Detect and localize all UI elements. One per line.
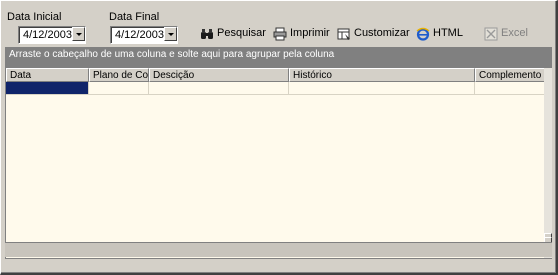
start-date-picker[interactable]: 4/12/2003: [18, 26, 86, 44]
grid-header: Data Plano de Conta Descição Histórico C…: [6, 68, 546, 82]
column-header-descricao[interactable]: Descição: [149, 68, 289, 82]
start-date-group: Data Inicial 4/12/2003: [7, 11, 87, 44]
group-by-drop-area[interactable]: Arraste o cabeçalho de uma coluna e solt…: [5, 47, 552, 68]
report-window: Data Inicial 4/12/2003 Data Final 4/12/2…: [0, 0, 558, 275]
internet-explorer-icon: [416, 27, 430, 41]
toolbar: Data Inicial 4/12/2003 Data Final 4/12/2…: [3, 3, 553, 45]
customize-icon: [337, 27, 351, 41]
end-date-group: Data Final 4/12/2003: [109, 11, 189, 44]
grid-cell[interactable]: [475, 82, 546, 95]
customize-button[interactable]: Customizar: [337, 25, 410, 42]
grid-cell[interactable]: [89, 82, 149, 95]
start-date-dropdown-button[interactable]: [72, 27, 85, 41]
end-date-value: 4/12/2003: [115, 29, 164, 41]
column-header-historico[interactable]: Histórico: [289, 68, 475, 82]
grid-cell-selected[interactable]: [6, 82, 89, 95]
column-header-data[interactable]: Data: [6, 68, 89, 82]
column-header-plano-de-conta[interactable]: Plano de Conta: [89, 68, 149, 82]
search-button-label: Pesquisar: [217, 27, 266, 39]
html-export-button-label: HTML: [433, 27, 463, 39]
print-button[interactable]: Imprimir: [273, 25, 330, 42]
excel-icon: [484, 27, 498, 41]
grid-cell[interactable]: [149, 82, 289, 95]
search-button[interactable]: Pesquisar: [200, 25, 266, 42]
group-by-hint: Arraste o cabeçalho de uma coluna e solt…: [9, 49, 335, 60]
grid-cell[interactable]: [289, 82, 475, 95]
column-header-complemento[interactable]: Complemento: [475, 68, 546, 82]
printer-icon: [273, 27, 287, 41]
html-export-button[interactable]: HTML: [416, 25, 463, 42]
horizontal-scrollbar[interactable]: [5, 242, 552, 257]
start-date-label: Data Inicial: [7, 11, 62, 23]
vertical-scrollbar[interactable]: [544, 68, 552, 267]
customize-button-label: Customizar: [354, 27, 410, 39]
excel-export-button-label: Excel: [501, 27, 528, 39]
end-date-dropdown-button[interactable]: [164, 27, 177, 41]
table-row[interactable]: [6, 82, 546, 95]
end-date-label: Data Final: [109, 11, 160, 23]
end-date-picker[interactable]: 4/12/2003: [110, 26, 178, 44]
data-grid[interactable]: Data Plano de Conta Descição Histórico C…: [5, 68, 552, 267]
print-button-label: Imprimir: [290, 27, 330, 39]
grid-footer: [5, 258, 552, 268]
excel-export-button[interactable]: Excel: [484, 25, 528, 42]
binoculars-icon: [200, 27, 214, 41]
start-date-value: 4/12/2003: [23, 29, 72, 41]
